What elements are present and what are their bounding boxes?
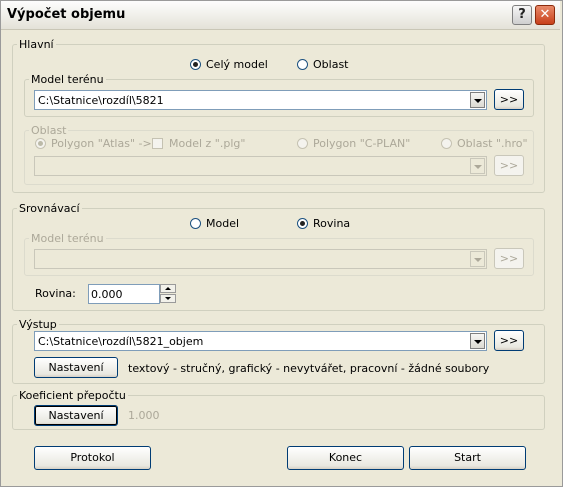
chevron-down-icon[interactable] bbox=[470, 92, 485, 108]
vystup-combo[interactable]: C:\Statnice\rozdíl\5821_objem bbox=[34, 331, 487, 351]
radio-oblast-hro-label: Oblast ".hro" bbox=[457, 137, 528, 150]
window-title: Výpočet objemu bbox=[7, 7, 126, 22]
radio-model[interactable] bbox=[190, 218, 201, 229]
vystup-summary: textový - stručný, grafický - nevytvářet… bbox=[128, 362, 490, 375]
koeficient-settings-button[interactable]: Nastavení bbox=[34, 405, 118, 426]
hlavni-model-terenu-value: C:\Statnice\rozdíl\5821 bbox=[38, 94, 164, 107]
hlavni-legend: Hlavní bbox=[19, 38, 54, 51]
koeficient-value: 1.000 bbox=[128, 409, 160, 422]
rovina-value: 0.000 bbox=[91, 288, 123, 301]
koeficient-legend: Koeficient přepočtu bbox=[19, 389, 126, 402]
vystup-value: C:\Statnice\rozdíl\5821_objem bbox=[38, 335, 204, 348]
srovnavaci-model-terenu-browse-button[interactable]: >> bbox=[494, 248, 524, 269]
hlavni-model-terenu-legend: Model terénu bbox=[31, 73, 104, 86]
radio-cely-model-label: Celý model bbox=[206, 58, 268, 71]
rovina-input[interactable]: 0.000 bbox=[88, 284, 160, 304]
chevron-down-icon[interactable] bbox=[470, 158, 485, 174]
close-button[interactable]: ✕ bbox=[535, 5, 555, 25]
chevron-down-icon[interactable] bbox=[470, 251, 485, 267]
radio-polygon-cplan[interactable] bbox=[297, 138, 308, 149]
konec-button[interactable]: Konec bbox=[287, 446, 404, 470]
help-button[interactable]: ? bbox=[512, 5, 532, 25]
radio-oblast-hro[interactable] bbox=[441, 138, 452, 149]
srovnavaci-legend: Srovnávací bbox=[19, 202, 80, 215]
checkbox-model-plg-label: Model z ".plg" bbox=[169, 137, 246, 150]
radio-oblast-label: Oblast bbox=[313, 58, 349, 71]
radio-polygon-cplan-label: Polygon "C-PLAN" bbox=[313, 137, 411, 150]
srovnavaci-model-terenu-combo[interactable] bbox=[34, 249, 487, 269]
srovnavaci-model-terenu-legend: Model terénu bbox=[31, 232, 104, 245]
spin-up-icon[interactable] bbox=[160, 284, 176, 293]
rovina-label: Rovina: bbox=[35, 287, 76, 300]
radio-cely-model[interactable] bbox=[190, 59, 201, 70]
checkbox-model-plg[interactable] bbox=[152, 138, 163, 149]
chevron-down-icon[interactable] bbox=[470, 333, 485, 349]
radio-rovina-label: Rovina bbox=[313, 217, 351, 230]
radio-rovina[interactable] bbox=[297, 218, 308, 229]
vystup-legend: Výstup bbox=[19, 318, 57, 331]
radio-polygon-atlas-label: Polygon "Atlas" -> bbox=[51, 137, 152, 150]
radio-oblast[interactable] bbox=[297, 59, 308, 70]
spin-down-icon[interactable] bbox=[160, 294, 176, 303]
radio-polygon-atlas[interactable] bbox=[35, 138, 46, 149]
oblast-legend: Oblast bbox=[31, 124, 67, 137]
oblast-browse-button[interactable]: >> bbox=[494, 155, 524, 176]
hlavni-model-terenu-browse-button[interactable]: >> bbox=[494, 89, 524, 110]
vystup-settings-button[interactable]: Nastavení bbox=[34, 357, 118, 378]
protokol-button[interactable]: Protokol bbox=[34, 446, 151, 470]
radio-model-label: Model bbox=[206, 217, 240, 230]
vystup-browse-button[interactable]: >> bbox=[494, 330, 524, 351]
title-bar: Výpočet objemu ? ✕ bbox=[1, 1, 560, 30]
hlavni-model-terenu-combo[interactable]: C:\Statnice\rozdíl\5821 bbox=[34, 90, 487, 110]
start-button[interactable]: Start bbox=[409, 446, 526, 470]
oblast-combo[interactable] bbox=[34, 156, 487, 176]
